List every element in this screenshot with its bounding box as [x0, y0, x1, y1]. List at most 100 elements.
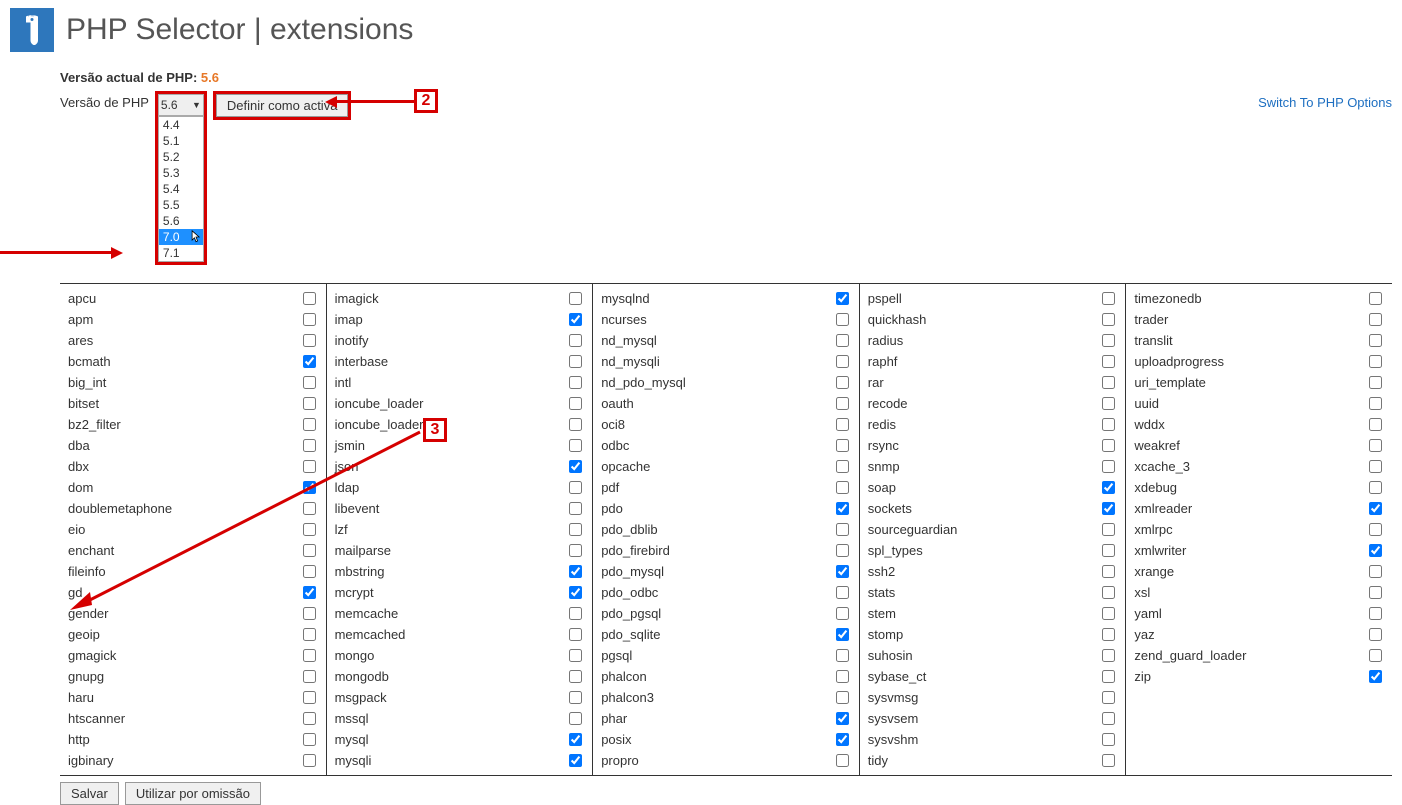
extension-checkbox[interactable] — [569, 418, 582, 431]
extension-checkbox[interactable] — [836, 376, 849, 389]
extension-checkbox[interactable] — [1369, 439, 1382, 452]
extension-checkbox[interactable] — [1102, 628, 1115, 641]
extension-checkbox[interactable] — [1102, 376, 1115, 389]
extension-checkbox[interactable] — [1102, 523, 1115, 536]
extension-checkbox[interactable] — [1102, 565, 1115, 578]
extension-checkbox[interactable] — [1102, 712, 1115, 725]
extension-checkbox[interactable] — [836, 691, 849, 704]
extension-checkbox[interactable] — [303, 313, 316, 326]
extension-checkbox[interactable] — [1369, 334, 1382, 347]
extension-checkbox[interactable] — [1369, 544, 1382, 557]
extension-checkbox[interactable] — [1369, 481, 1382, 494]
extension-checkbox[interactable] — [569, 754, 582, 767]
extension-checkbox[interactable] — [1102, 313, 1115, 326]
extension-checkbox[interactable] — [1102, 733, 1115, 746]
extension-checkbox[interactable] — [1102, 754, 1115, 767]
extension-checkbox[interactable] — [303, 355, 316, 368]
version-dropdown[interactable]: 4.45.15.25.35.45.55.67.07.1 — [158, 116, 204, 262]
extension-checkbox[interactable] — [569, 439, 582, 452]
extension-checkbox[interactable] — [1369, 355, 1382, 368]
extension-checkbox[interactable] — [1369, 502, 1382, 515]
extension-checkbox[interactable] — [569, 691, 582, 704]
version-option[interactable]: 5.3 — [159, 165, 203, 181]
extension-checkbox[interactable] — [569, 292, 582, 305]
extension-checkbox[interactable] — [569, 502, 582, 515]
extension-checkbox[interactable] — [303, 733, 316, 746]
extension-checkbox[interactable] — [569, 523, 582, 536]
extension-checkbox[interactable] — [303, 691, 316, 704]
extension-checkbox[interactable] — [1369, 523, 1382, 536]
extension-checkbox[interactable] — [569, 565, 582, 578]
extension-checkbox[interactable] — [1102, 586, 1115, 599]
extension-checkbox[interactable] — [303, 376, 316, 389]
extension-checkbox[interactable] — [1102, 334, 1115, 347]
extension-checkbox[interactable] — [1102, 502, 1115, 515]
extension-checkbox[interactable] — [1102, 397, 1115, 410]
extension-checkbox[interactable] — [836, 649, 849, 662]
extension-checkbox[interactable] — [836, 607, 849, 620]
version-option[interactable]: 5.2 — [159, 149, 203, 165]
extension-checkbox[interactable] — [303, 397, 316, 410]
version-option[interactable]: 7.0 — [159, 229, 203, 245]
extension-checkbox[interactable] — [836, 544, 849, 557]
extension-checkbox[interactable] — [836, 628, 849, 641]
switch-options-link[interactable]: Switch To PHP Options — [1258, 91, 1392, 110]
extension-checkbox[interactable] — [569, 607, 582, 620]
extension-checkbox[interactable] — [303, 418, 316, 431]
extension-checkbox[interactable] — [1369, 292, 1382, 305]
extension-checkbox[interactable] — [569, 712, 582, 725]
save-button[interactable]: Salvar — [60, 782, 119, 805]
extension-checkbox[interactable] — [303, 334, 316, 347]
extension-checkbox[interactable] — [836, 502, 849, 515]
extension-checkbox[interactable] — [569, 733, 582, 746]
extension-checkbox[interactable] — [569, 313, 582, 326]
extension-checkbox[interactable] — [569, 334, 582, 347]
version-option[interactable]: 7.1 — [159, 245, 203, 261]
extension-checkbox[interactable] — [836, 355, 849, 368]
extension-checkbox[interactable] — [1102, 544, 1115, 557]
version-option[interactable]: 5.4 — [159, 181, 203, 197]
extension-checkbox[interactable] — [836, 439, 849, 452]
extension-checkbox[interactable] — [1369, 628, 1382, 641]
version-option[interactable]: 4.4 — [159, 117, 203, 133]
version-option[interactable]: 5.6 — [159, 213, 203, 229]
extension-checkbox[interactable] — [1102, 607, 1115, 620]
extension-checkbox[interactable] — [836, 586, 849, 599]
extension-checkbox[interactable] — [1102, 292, 1115, 305]
extension-checkbox[interactable] — [569, 376, 582, 389]
extension-checkbox[interactable] — [836, 481, 849, 494]
version-option[interactable]: 5.1 — [159, 133, 203, 149]
extension-checkbox[interactable] — [1369, 586, 1382, 599]
extension-checkbox[interactable] — [569, 649, 582, 662]
extension-checkbox[interactable] — [303, 754, 316, 767]
extension-checkbox[interactable] — [569, 397, 582, 410]
use-default-button[interactable]: Utilizar por omissão — [125, 782, 261, 805]
extension-checkbox[interactable] — [303, 292, 316, 305]
extension-checkbox[interactable] — [569, 460, 582, 473]
extension-checkbox[interactable] — [1102, 418, 1115, 431]
extension-checkbox[interactable] — [836, 418, 849, 431]
extension-checkbox[interactable] — [836, 313, 849, 326]
extension-checkbox[interactable] — [1369, 565, 1382, 578]
extension-checkbox[interactable] — [1369, 649, 1382, 662]
extension-checkbox[interactable] — [569, 628, 582, 641]
extension-checkbox[interactable] — [836, 460, 849, 473]
extension-checkbox[interactable] — [836, 397, 849, 410]
extension-checkbox[interactable] — [569, 355, 582, 368]
version-option[interactable]: 5.5 — [159, 197, 203, 213]
extension-checkbox[interactable] — [1369, 460, 1382, 473]
extension-checkbox[interactable] — [1102, 355, 1115, 368]
extension-checkbox[interactable] — [836, 523, 849, 536]
extension-checkbox[interactable] — [1369, 607, 1382, 620]
extension-checkbox[interactable] — [1369, 397, 1382, 410]
extension-checkbox[interactable] — [1102, 649, 1115, 662]
extension-checkbox[interactable] — [836, 754, 849, 767]
extension-checkbox[interactable] — [569, 481, 582, 494]
extension-checkbox[interactable] — [569, 586, 582, 599]
extension-checkbox[interactable] — [1369, 313, 1382, 326]
extension-checkbox[interactable] — [1369, 418, 1382, 431]
extension-checkbox[interactable] — [303, 628, 316, 641]
extension-checkbox[interactable] — [836, 712, 849, 725]
extension-checkbox[interactable] — [836, 334, 849, 347]
extension-checkbox[interactable] — [569, 544, 582, 557]
